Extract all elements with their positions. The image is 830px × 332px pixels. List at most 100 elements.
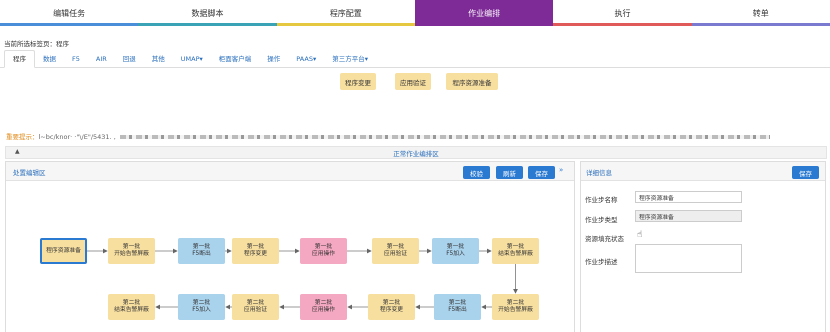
check-button[interactable]: 校验 (463, 166, 490, 179)
notice-redacted (119, 135, 770, 139)
flow-node-label: 第一批 (192, 244, 211, 250)
flow-node-label: 第一批 (246, 244, 265, 250)
details-panel: 详细信息 保存 作业步名称 作业步类型 资源填充状态 ☝ 作业步描述 (580, 161, 826, 332)
notice-bar: 重要提示：l~bc/knor· ·"\/E"/5431. , (6, 131, 826, 141)
section-bar[interactable]: ▲ 正常作业编排区 (5, 146, 827, 159)
step-type-label: 作业步类型 (585, 216, 618, 224)
flow-node-sublabel: 开始告警屏蔽 (114, 251, 149, 257)
flow-node[interactable]: 程序资源准备 (40, 238, 87, 264)
save-button[interactable]: 保存 (528, 166, 555, 179)
flow-node[interactable]: 第一批 开始告警屏蔽 (108, 238, 155, 264)
flow-node-label: 第二批 (448, 300, 467, 306)
notice-text: l~bc/knor· ·"\/E"/5431. , (38, 133, 116, 141)
topnav-tab[interactable]: 编辑任务 (0, 0, 139, 26)
subtab[interactable]: 操作 (259, 51, 288, 68)
subtab[interactable]: 数据 (35, 51, 64, 68)
topnav-tab[interactable]: 程序配置 (276, 0, 415, 26)
editor-header: 处置编辑区 校验 刷新 保存 » (6, 162, 574, 181)
topnav-tab[interactable]: 执行 (553, 0, 692, 26)
flow-node[interactable]: 第二批 F5加入 (178, 294, 225, 320)
flow-node-label: 第一批 (386, 244, 405, 250)
flow-canvas[interactable]: 程序资源准备 第一批 开始告警屏蔽 第一批 F5断出 第一批 程序变更 第一批 应用操作 第一批应… (6, 182, 574, 332)
topnav-tab-label: 执行 (614, 8, 631, 18)
flow-node-sublabel: 应用验证 (243, 307, 268, 313)
flow-node-label: 第二批 (314, 300, 333, 306)
flow-node[interactable]: 第一批 结束告警屏蔽 (492, 238, 539, 264)
top-navigation: 编辑任务 数据脚本 程序配置 作业编排 执行 转单 (0, 0, 830, 26)
topnav-tab[interactable]: 转单 (691, 0, 830, 26)
subtab[interactable]: PAAS▾ (288, 51, 324, 68)
topnav-tab[interactable]: 作业编排 (414, 0, 554, 26)
expand-icon[interactable]: » (559, 166, 563, 174)
fill-status-label: 资源填充状态 (585, 235, 624, 243)
step-name-label: 作业步名称 (585, 196, 618, 204)
flow-node-sublabel: 结束告警屏蔽 (498, 251, 533, 257)
flow-node-label: 第二批 (246, 300, 265, 306)
subtab[interactable]: AIR (88, 51, 115, 68)
flow-node-label: 第二批 (506, 300, 525, 306)
step-desc-textarea[interactable] (635, 244, 742, 273)
details-title: 详细信息 (586, 169, 612, 177)
flow-node-sublabel: 应用操作 (311, 307, 336, 313)
flow-node-sublabel: 结束告警屏蔽 (114, 307, 149, 313)
topnav-tab-label: 作业编排 (468, 8, 501, 18)
flow-node[interactable]: 第二批 程序变更 (368, 294, 415, 320)
flow-node-sublabel: F5加入 (446, 251, 465, 257)
topnav-tab-underline (138, 23, 277, 26)
flow-node-label: 第一批 (122, 244, 141, 250)
topnav-tab-underline (553, 23, 692, 26)
flow-edges (87, 248, 518, 310)
flow-node-label: 第一批 (446, 244, 465, 250)
flow-node-sublabel: F5断出 (192, 251, 211, 257)
flow-node-label: 第二批 (122, 300, 141, 306)
flow-node[interactable]: 第二批 应用验证 (232, 294, 279, 320)
flow-node[interactable]: 第一批 F5加入 (432, 238, 479, 264)
flow-node-sublabel: 应用操作 (311, 251, 336, 257)
topnav-tab-underline (276, 23, 415, 26)
subtab[interactable]: 柜面客户端 (211, 51, 260, 68)
flow-node-sublabel: F5加入 (192, 307, 211, 313)
flow-node-sublabel: 程序变更 (379, 307, 404, 313)
flow-node-sublabel: 应用验证 (383, 251, 408, 257)
topnav-tab-label: 程序配置 (329, 8, 362, 18)
topnav-tab-label: 数据脚本 (191, 8, 224, 18)
flow-node-label: 第一批 (314, 244, 333, 250)
flow-node[interactable]: 第一批 程序变更 (232, 238, 279, 264)
flow-editor-panel: 处置编辑区 校验 刷新 保存 » 程序资源准备 第一批 开始告警屏蔽 第一批 F5断出第… (5, 161, 575, 332)
flow-node-label: 第一批 (506, 244, 525, 250)
topnav-tab-underline (414, 23, 554, 26)
flow-node[interactable]: 第二批 开始告警屏蔽 (492, 294, 539, 320)
hand-pointer-icon[interactable]: ☝ (637, 230, 642, 240)
step-name-input[interactable] (635, 191, 742, 203)
subtab[interactable]: 第三方平台▾ (324, 51, 376, 68)
flow-node[interactable]: 第二批 F5断出 (434, 294, 481, 320)
template-tag[interactable]: 程序资源准备 (446, 73, 498, 90)
subtab[interactable]: F5 (64, 51, 88, 68)
template-tag[interactable]: 应用验证 (395, 73, 431, 90)
flow-node[interactable]: 第一批 F5断出 (178, 238, 225, 264)
flow-node-label: 第二批 (192, 300, 211, 306)
template-tag[interactable]: 程序变更 (340, 73, 376, 90)
flow-node-sublabel: 开始告警屏蔽 (498, 307, 533, 313)
sub-tabs: 程序 数据 F5 AIR 回退 其他 UMAP▾ 柜面客户端 操作 PAAS▾ 第三方平台▾ (0, 50, 830, 68)
step-desc-label: 作业步描述 (585, 258, 618, 266)
editor-title: 处置编辑区 (13, 169, 46, 177)
step-type-input[interactable] (635, 210, 742, 222)
notice-label: 重要提示： (6, 133, 39, 141)
subtab[interactable]: 其他 (144, 51, 173, 68)
details-save-button[interactable]: 保存 (792, 166, 819, 179)
topnav-tab[interactable]: 数据脚本 (138, 0, 277, 26)
flow-node[interactable]: 第二批 结束告警屏蔽 (108, 294, 155, 320)
flow-node-sublabel: 程序变更 (243, 251, 268, 257)
topnav-tab-underline (691, 23, 830, 26)
flow-node[interactable]: 第一批 应用验证 (372, 238, 419, 264)
section-title: 正常作业编排区 (393, 150, 439, 158)
flow-node-label: 程序资源准备 (46, 247, 81, 254)
topnav-tab-label: 编辑任务 (53, 8, 86, 18)
subtab[interactable]: 程序 (4, 50, 35, 68)
flow-node[interactable]: 第一批 应用操作 (300, 238, 347, 264)
refresh-button[interactable]: 刷新 (496, 166, 523, 179)
subtab[interactable]: UMAP▾ (173, 51, 211, 68)
flow-node[interactable]: 第二批 应用操作 (300, 294, 347, 320)
subtab[interactable]: 回退 (115, 51, 144, 68)
